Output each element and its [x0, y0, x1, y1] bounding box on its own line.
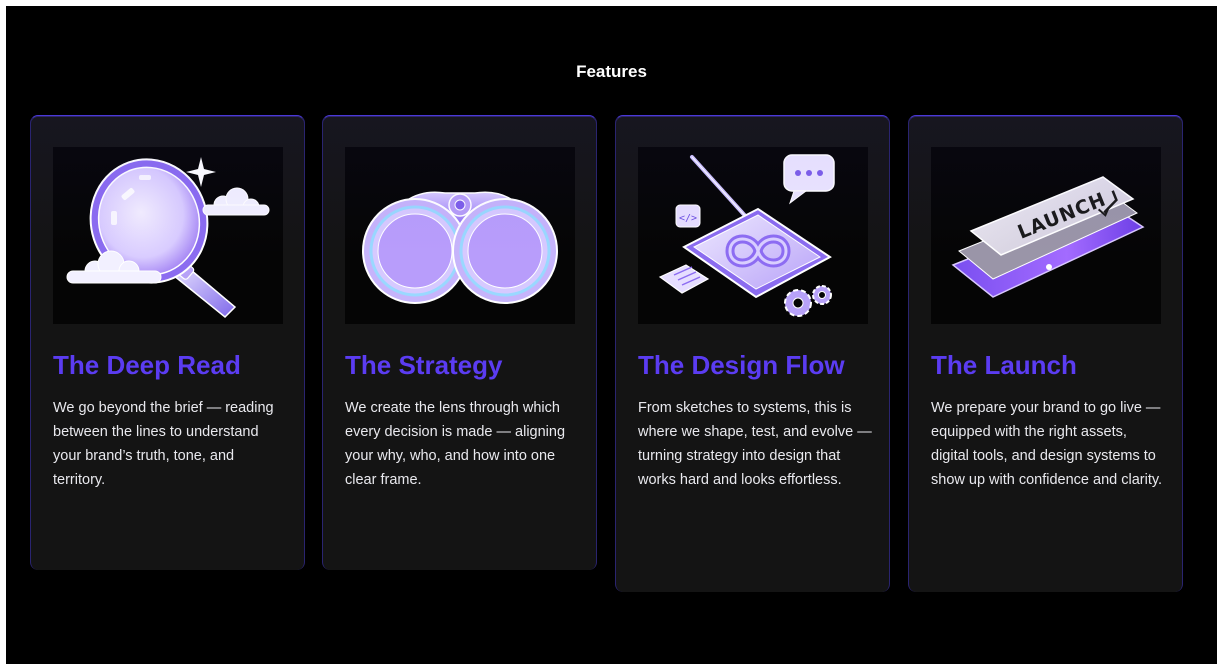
card-description: We prepare your brand to go live — equip…	[931, 400, 1163, 488]
feature-illustration	[53, 147, 283, 324]
feature-illustration: </>	[638, 147, 868, 324]
section-title: Features	[576, 62, 647, 81]
feature-illustration: LAUNCH	[931, 147, 1161, 324]
feature-card-deep-read: The Deep Read We go beyond the brief — r…	[30, 115, 305, 570]
launch-key-icon: LAUNCH	[951, 176, 1145, 298]
binoculars-icon	[362, 191, 558, 304]
card-title: The Design Flow	[638, 350, 845, 380]
card-title: The Deep Read	[53, 350, 241, 380]
card-description: From sketches to systems, this is where …	[638, 400, 872, 488]
feature-illustration	[345, 147, 575, 324]
card-description: We go beyond the brief — reading between…	[53, 400, 274, 488]
feature-card-launch: LAUNCH The Launch We prepare your brand …	[908, 115, 1183, 592]
feature-card-design-flow: </> The Design Flow From sketches to sys…	[615, 115, 890, 592]
feature-card-strategy: The Strategy We create the lens through …	[322, 115, 597, 570]
features-section: Features The Deep Read We go beyond the …	[6, 6, 1217, 664]
design-tablet-icon: </>	[658, 154, 835, 317]
magnifying-glass-icon	[66, 157, 270, 319]
card-title: The Launch	[931, 350, 1077, 380]
card-title: The Strategy	[345, 350, 503, 380]
card-description: We create the lens through which every d…	[345, 400, 566, 488]
svg-text:</>: </>	[679, 213, 697, 224]
